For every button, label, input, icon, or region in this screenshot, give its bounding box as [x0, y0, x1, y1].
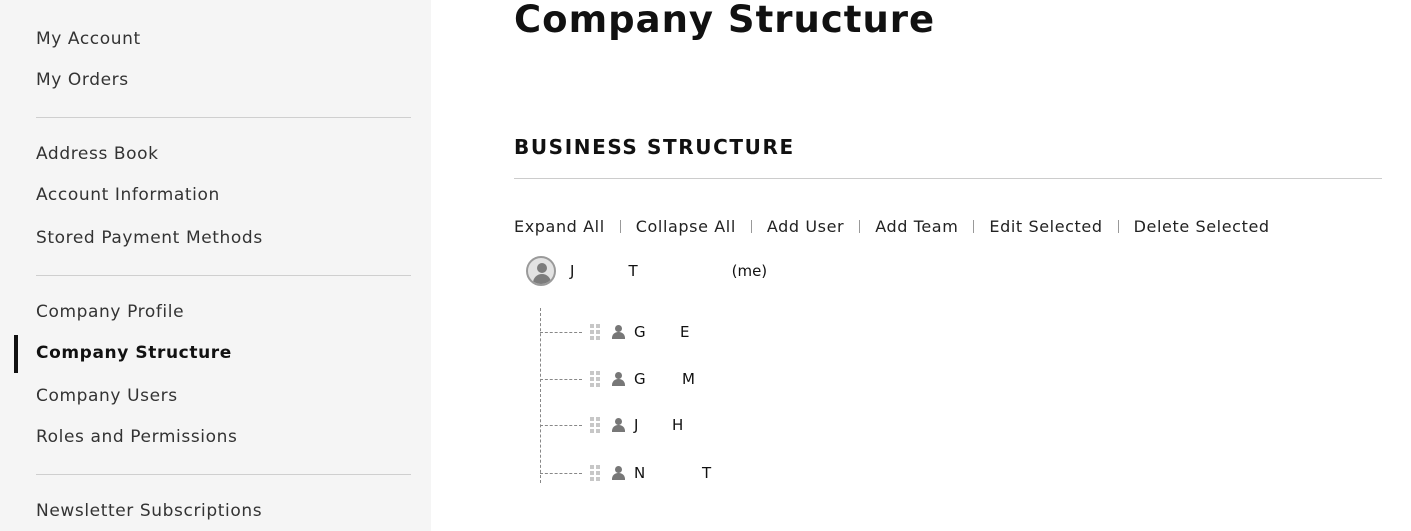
sidebar-item-roles-and-permissions[interactable]: Roles and Permissions: [36, 427, 237, 447]
expand-all-link[interactable]: Expand All: [514, 217, 605, 236]
tree-branch-line: [540, 424, 582, 426]
sidebar-item-company-profile[interactable]: Company Profile: [36, 302, 184, 322]
node-last-name: T: [702, 464, 712, 482]
sidebar-item-company-users[interactable]: Company Users: [36, 386, 178, 406]
node-last-name: M: [682, 370, 695, 388]
action-separator: [619, 220, 621, 233]
action-separator: [750, 220, 752, 233]
sidebar-item-my-orders[interactable]: My Orders: [36, 70, 129, 90]
node-first-name: G: [634, 323, 646, 341]
action-separator: [973, 220, 975, 233]
root-me-label: (me): [731, 262, 768, 280]
action-separator: [859, 220, 861, 233]
tree-actions-toolbar: Expand All Collapse All Add User Add Tea…: [514, 217, 1270, 236]
tree-root-node[interactable]: J T (me): [526, 256, 767, 286]
sidebar-divider: [36, 117, 411, 118]
edit-selected-link[interactable]: Edit Selected: [989, 217, 1102, 236]
tree-node[interactable]: G M: [540, 370, 695, 388]
section-title: BUSINESS STRUCTURE: [514, 135, 795, 159]
delete-selected-link[interactable]: Delete Selected: [1134, 217, 1270, 236]
avatar-icon: [526, 256, 556, 286]
user-icon: [612, 372, 625, 386]
drag-handle-icon[interactable]: [590, 417, 600, 433]
user-icon: [612, 466, 625, 480]
root-last-name: T: [628, 262, 638, 280]
sidebar-item-my-account[interactable]: My Account: [36, 29, 141, 49]
node-first-name: J: [634, 416, 639, 434]
tree-branch-line: [540, 472, 582, 474]
root-first-name: J: [570, 262, 575, 280]
page-title: Company Structure: [514, 0, 936, 41]
section-divider: [514, 178, 1382, 179]
page: My Account My Orders Address Book Accoun…: [0, 0, 1411, 531]
sidebar-item-newsletter-subscriptions[interactable]: Newsletter Subscriptions: [36, 501, 262, 521]
tree-node[interactable]: N T: [540, 464, 711, 482]
sidebar-divider: [36, 474, 411, 475]
user-icon: [612, 418, 625, 432]
tree-branch-line: [540, 378, 582, 380]
action-separator: [1117, 220, 1119, 233]
collapse-all-link[interactable]: Collapse All: [636, 217, 736, 236]
drag-handle-icon[interactable]: [590, 465, 600, 481]
add-team-link[interactable]: Add Team: [875, 217, 958, 236]
node-last-name: H: [672, 416, 684, 434]
drag-handle-icon[interactable]: [590, 371, 600, 387]
account-sidebar: My Account My Orders Address Book Accoun…: [0, 0, 431, 531]
node-last-name: E: [680, 323, 690, 341]
add-user-link[interactable]: Add User: [767, 217, 844, 236]
node-first-name: G: [634, 370, 646, 388]
sidebar-item-account-information[interactable]: Account Information: [36, 185, 220, 205]
tree-branch-line: [540, 331, 582, 333]
tree-node[interactable]: G E: [540, 323, 689, 341]
sidebar-item-company-structure[interactable]: Company Structure: [36, 343, 232, 363]
sidebar-item-address-book[interactable]: Address Book: [36, 144, 159, 164]
drag-handle-icon[interactable]: [590, 324, 600, 340]
sidebar-active-indicator: [14, 335, 18, 373]
sidebar-divider: [36, 275, 411, 276]
user-icon: [612, 325, 625, 339]
tree-node[interactable]: J H: [540, 416, 683, 434]
sidebar-item-stored-payment-methods[interactable]: Stored Payment Methods: [36, 228, 263, 248]
node-first-name: N: [634, 464, 646, 482]
